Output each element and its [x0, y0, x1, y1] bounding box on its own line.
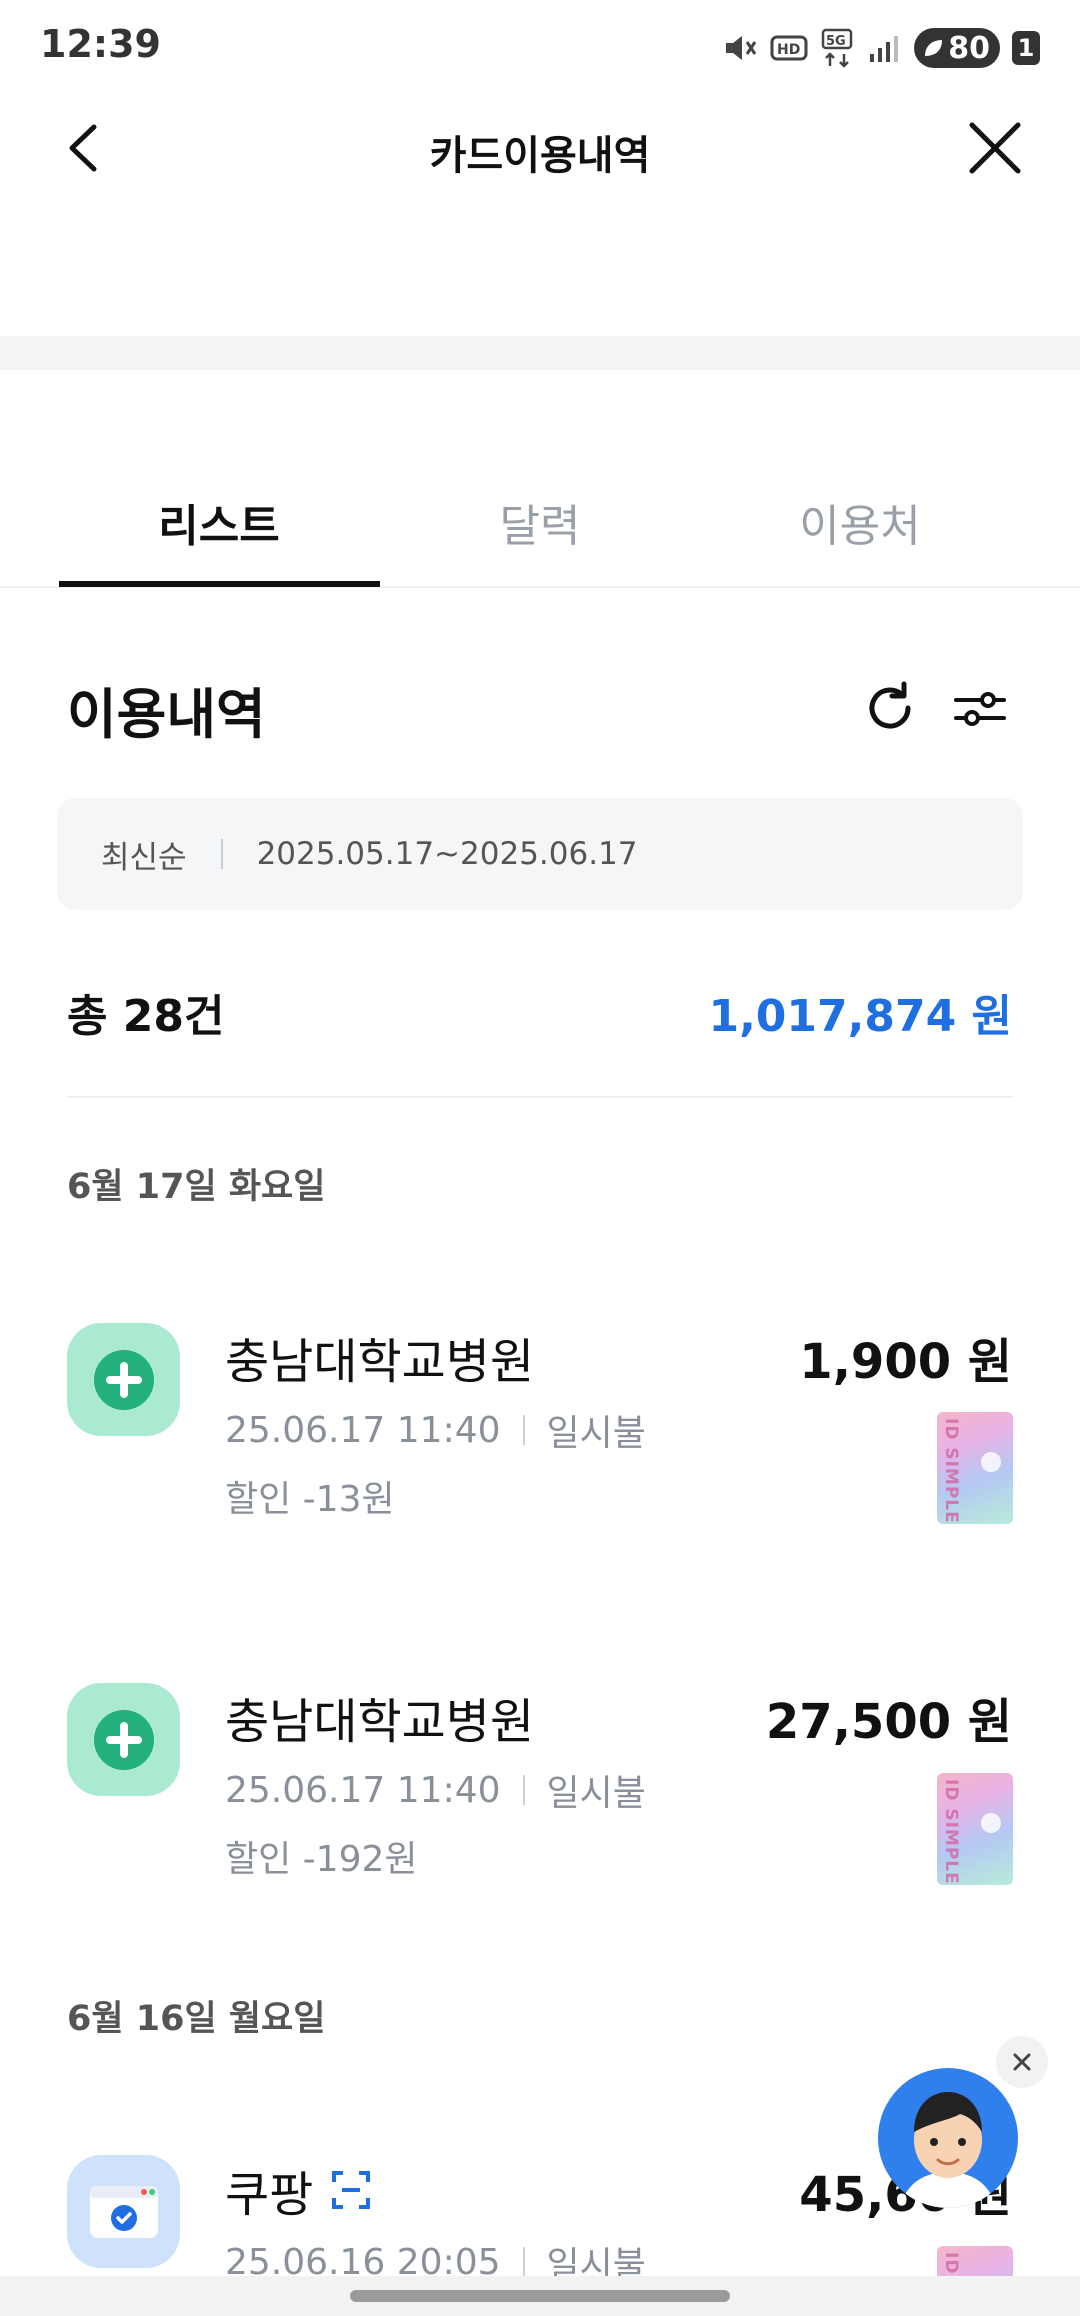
transaction-meta: 25.06.17 11:40 일시불 — [225, 1764, 646, 1816]
discount-amount: 할인 -13원 — [225, 1479, 395, 1520]
transaction-datetime: 25.06.17 11:40 — [225, 1409, 501, 1451]
view-tabs: 리스트 달력 이용처 — [0, 460, 1080, 588]
chatbot-close-button[interactable] — [996, 2036, 1048, 2088]
battery-indicator: 80 — [914, 28, 1000, 68]
total-amount: 1,017,874 원 — [708, 991, 1012, 1042]
total-count: 총 28건 — [67, 991, 225, 1042]
close-icon — [1013, 2053, 1031, 2071]
status-bar: 12:39 HD 5G 80 1 — [0, 0, 1080, 95]
page-title: 카드이용내역 — [429, 133, 651, 179]
hospital-plus-icon — [67, 1323, 180, 1436]
merchant-name: 충남대학교병원 — [225, 1334, 535, 1390]
transaction-amount: 27,500 원 — [765, 1694, 1012, 1750]
card-face-graphic — [981, 1452, 1001, 1472]
sort-order: 최신순 — [101, 839, 187, 876]
divider — [522, 2247, 525, 2277]
scan-receipt-icon[interactable] — [331, 2170, 371, 2210]
sliders-icon — [954, 692, 1006, 726]
card-brand-text: ID SIMPLE — [941, 1779, 961, 1885]
merchant-name-row: 쿠팡 — [225, 2155, 371, 2225]
app-header: 카드이용내역 — [0, 95, 1080, 205]
payment-type: 일시불 — [546, 1773, 646, 1814]
hospital-plus-icon — [67, 1683, 180, 1796]
card-thumbnail: ID SIMPLE — [937, 1412, 1013, 1524]
hd-icon: HD — [770, 35, 808, 61]
battery-leaf-icon — [925, 40, 943, 56]
status-time: 12:39 — [40, 22, 161, 66]
tab-list[interactable]: 리스트 — [59, 460, 379, 586]
date-header: 6월 17일 화요일 — [67, 1167, 326, 1207]
home-indicator[interactable] — [350, 2290, 730, 2302]
merchant-name: 충남대학교병원 — [225, 1694, 535, 1750]
divider — [522, 1415, 525, 1445]
mute-icon — [726, 36, 757, 60]
merchant-name: 쿠팡 — [225, 2167, 314, 2223]
filter-summary[interactable]: 최신순 2025.05.17~2025.06.17 — [57, 798, 1023, 910]
shopping-browser-icon — [67, 2155, 180, 2268]
5g-signal-icon: 5G — [822, 28, 853, 68]
section-title: 이용내역 — [67, 683, 266, 746]
card-brand-text: ID SIMPLE — [941, 1418, 961, 1524]
active-tab-indicator — [59, 581, 380, 587]
date-header: 6월 16일 월요일 — [67, 1999, 326, 2039]
chatbot-avatar-icon — [900, 2092, 996, 2208]
close-button[interactable] — [960, 113, 1030, 183]
refresh-icon — [869, 681, 911, 729]
transaction-amount: 1,900 원 — [799, 1334, 1012, 1390]
chatbot-button[interactable] — [878, 2068, 1018, 2208]
cell-signal-icon — [870, 36, 899, 62]
svg-text:5G: 5G — [826, 34, 846, 49]
card-face-graphic — [981, 1813, 1001, 1833]
tab-calendar[interactable]: 달력 — [380, 460, 700, 586]
section-separator — [0, 336, 1080, 370]
tab-merchant[interactable]: 이용처 — [700, 460, 1020, 586]
divider — [522, 1775, 525, 1805]
card-thumbnail: ID SIMPLE — [937, 1773, 1013, 1885]
filter-button[interactable] — [950, 678, 1010, 738]
battery-level: 80 — [948, 30, 990, 66]
sim-badge: 1 — [1012, 31, 1040, 65]
payment-type: 일시불 — [546, 1413, 646, 1454]
close-icon — [969, 122, 1021, 174]
svg-text:HD: HD — [777, 42, 800, 58]
divider — [220, 839, 223, 869]
status-icons: HD 5G 80 1 — [722, 26, 1040, 70]
date-range: 2025.05.17~2025.06.17 — [256, 836, 638, 872]
discount-amount: 할인 -192원 — [225, 1839, 418, 1880]
transaction-datetime: 25.06.17 11:40 — [225, 1769, 501, 1811]
transaction-meta: 25.06.17 11:40 일시불 — [225, 1404, 646, 1456]
divider — [67, 1096, 1013, 1098]
refresh-button[interactable] — [860, 678, 920, 738]
